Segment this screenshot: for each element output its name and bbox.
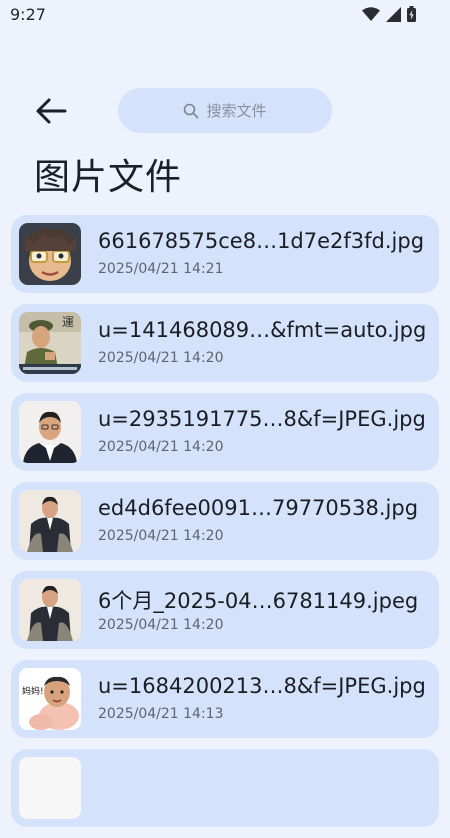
list-item[interactable]: ed4d6fee0091…79770538.jpg 2025/04/21 14:… <box>11 482 439 560</box>
file-date: 2025/04/21 14:20 <box>98 617 224 633</box>
poster-glyph: 運 <box>62 315 74 329</box>
thumbnail-partial <box>19 757 81 819</box>
status-time: 9:27 <box>10 5 46 24</box>
list-item[interactable]: u=2935191775…8&f=JPEG.jpg 2025/04/21 14:… <box>11 393 439 471</box>
list-item[interactable]: 運 u=141468089…&fmt=auto.jpg 2025/04/21 1… <box>11 304 439 382</box>
thumbnail-soldier-poster: 運 <box>19 312 81 374</box>
file-date: 2025/04/21 14:20 <box>98 439 224 455</box>
file-name: u=141468089…&fmt=auto.jpg <box>98 318 427 342</box>
arrow-left-icon <box>36 98 67 124</box>
file-name: u=1684200213…8&f=JPEG.jpg <box>98 674 426 698</box>
wifi-icon <box>362 7 380 21</box>
search-input[interactable]: 搜索文件 <box>118 88 332 133</box>
search-placeholder: 搜索文件 <box>206 102 267 120</box>
list-item[interactable]: 妈妈! u=1684200213…8&f=JPEG.jpg 2025/04/21… <box>11 660 439 738</box>
file-name: 6个月_2025-04…6781149.jpeg <box>98 589 419 613</box>
file-date: 2025/04/21 14:13 <box>98 706 224 722</box>
file-date: 2025/04/21 14:21 <box>98 261 224 277</box>
file-date: 2025/04/21 14:20 <box>98 528 224 544</box>
list-item-partial[interactable] <box>11 749 439 827</box>
file-list: 661678575ce8…1d7e2f3fd.jpg 2025/04/21 14… <box>11 215 439 838</box>
thumbnail-man-sitting <box>19 579 81 641</box>
file-name: 661678575ce8…1d7e2f3fd.jpg <box>98 229 425 253</box>
file-name: u=2935191775…8&f=JPEG.jpg <box>98 407 426 431</box>
signal-icon <box>386 6 401 22</box>
meme-caption: 妈妈! <box>22 685 44 697</box>
thumbnail-cartoon-avatar <box>19 223 81 285</box>
thumbnail-man-sitting <box>19 490 81 552</box>
page-title: 图片文件 <box>34 157 183 198</box>
search-icon <box>184 103 199 118</box>
thumbnail-man-portrait <box>19 401 81 463</box>
battery-icon <box>407 6 416 22</box>
list-item[interactable]: 661678575ce8…1d7e2f3fd.jpg 2025/04/21 14… <box>11 215 439 293</box>
status-bar: 9:27 <box>0 0 450 32</box>
back-button[interactable] <box>34 96 68 126</box>
file-name: ed4d6fee0091…79770538.jpg <box>98 496 419 520</box>
file-date: 2025/04/21 14:20 <box>98 350 224 366</box>
thumbnail-baby-meme: 妈妈! <box>19 668 81 730</box>
status-icons <box>362 6 416 22</box>
list-item[interactable]: 6个月_2025-04…6781149.jpeg 2025/04/21 14:2… <box>11 571 439 649</box>
